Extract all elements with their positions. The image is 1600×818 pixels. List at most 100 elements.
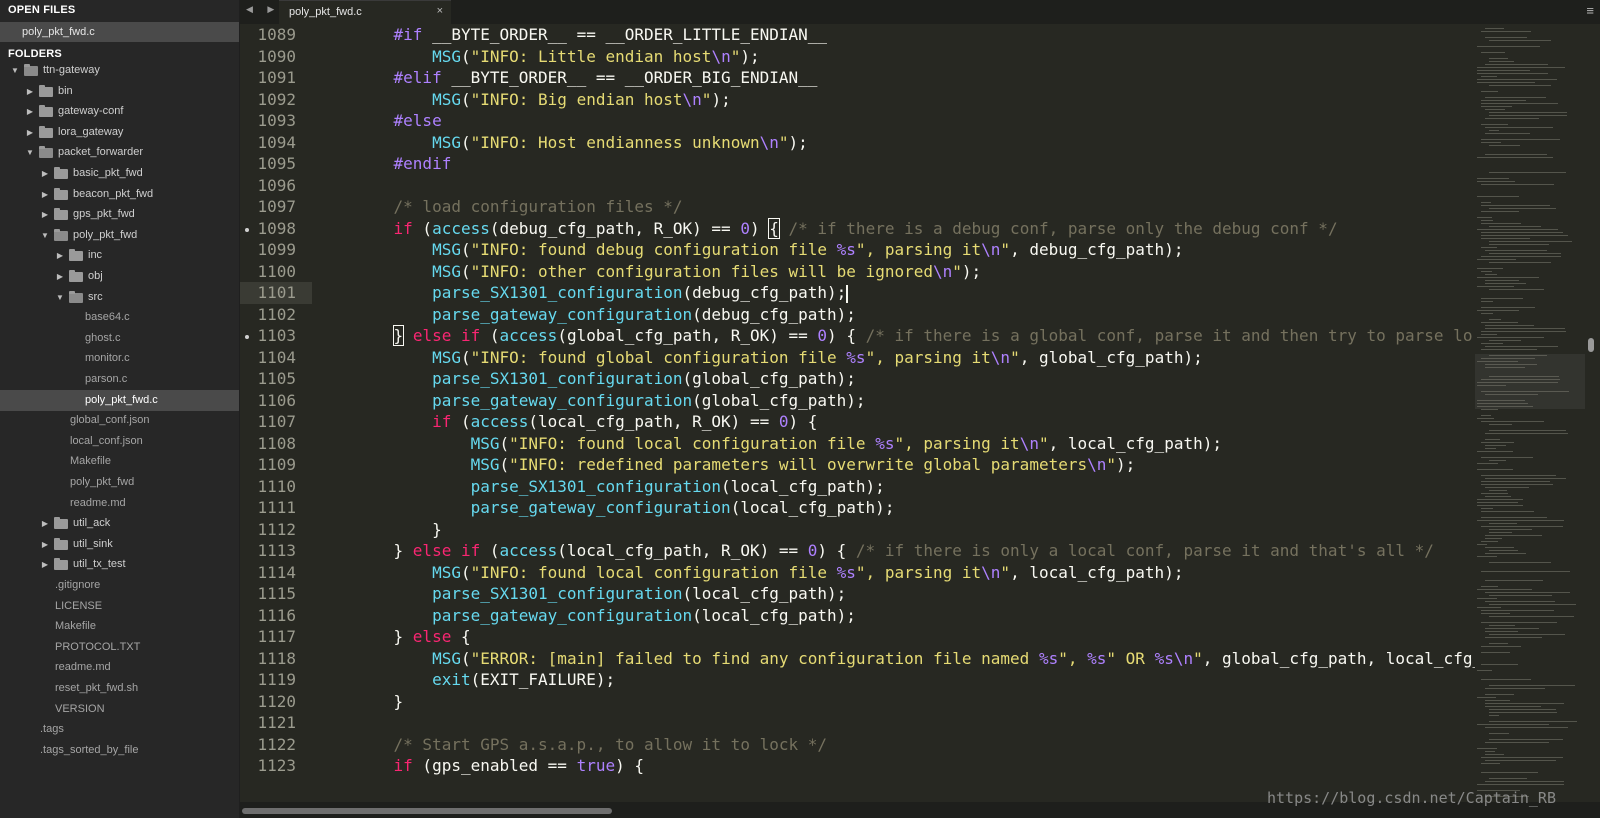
code-line[interactable]: 1100 MSG("INFO: other configuration file… bbox=[240, 261, 1450, 283]
file-item[interactable]: Makefile bbox=[0, 451, 239, 472]
folder-item[interactable]: ▶ gps_pkt_fwd bbox=[0, 204, 239, 225]
code-line[interactable]: 1113 } else if (access(local_cfg_path, R… bbox=[240, 540, 1450, 562]
open-file-item[interactable]: poly_pkt_fwd.c bbox=[0, 22, 239, 42]
chevron-right-icon[interactable]: ▶ bbox=[40, 163, 50, 184]
tree-item-label: PROTOCOL.TXT bbox=[55, 640, 141, 653]
vertical-scrollbar[interactable] bbox=[1588, 338, 1594, 352]
folder-item[interactable]: ▶ beacon_pkt_fwd bbox=[0, 184, 239, 205]
code-line[interactable]: 1123 if (gps_enabled == true) { bbox=[240, 755, 1450, 777]
code-line[interactable]: 1112 } bbox=[240, 519, 1450, 541]
code-line[interactable]: 1118 MSG("ERROR: [main] failed to find a… bbox=[240, 648, 1491, 670]
file-item[interactable]: readme.md bbox=[0, 493, 239, 514]
tab-nav-arrows[interactable]: ◀ ▶ bbox=[246, 4, 280, 15]
chevron-down-icon[interactable]: ▼ bbox=[55, 287, 65, 308]
tab-poly-pkt-fwd[interactable]: poly_pkt_fwd.c × bbox=[279, 0, 451, 24]
file-item[interactable]: VERSION bbox=[0, 699, 239, 720]
close-icon[interactable]: × bbox=[437, 5, 443, 17]
code-line[interactable]: 1103 } else if (access(global_cfg_path, … bbox=[240, 325, 1472, 347]
minimap-line bbox=[1477, 310, 1519, 311]
code-line[interactable]: 1093 #else bbox=[240, 110, 1450, 132]
code-editor[interactable]: 1089 #if __BYTE_ORDER__ == __ORDER_LITTL… bbox=[240, 24, 1600, 802]
code-line[interactable]: 1095 #endif bbox=[240, 153, 1450, 175]
chevron-right-icon[interactable]: ▶ bbox=[55, 266, 65, 287]
code-line[interactable]: 1097 /* load configuration files */ bbox=[240, 196, 1450, 218]
folder-item[interactable]: ▶ util_ack bbox=[0, 513, 239, 534]
chevron-right-icon[interactable]: ▶ bbox=[40, 184, 50, 205]
menu-icon[interactable]: ≡ bbox=[1586, 3, 1594, 18]
line-number: 1105 bbox=[257, 369, 296, 388]
chevron-right-icon[interactable]: ▶ bbox=[55, 245, 65, 266]
code-line[interactable]: 1111 parse_gateway_configuration(local_c… bbox=[240, 497, 1450, 519]
file-item[interactable]: .tags bbox=[0, 719, 239, 740]
code-line[interactable]: 1108 MSG("INFO: found local configuratio… bbox=[240, 433, 1450, 455]
chevron-right-icon[interactable]: ▶ bbox=[40, 204, 50, 225]
code-line[interactable]: 1107 if (access(local_cfg_path, R_OK) ==… bbox=[240, 411, 1450, 433]
chevron-right-icon[interactable]: ▶ bbox=[40, 513, 50, 534]
file-item[interactable]: poly_pkt_fwd.c bbox=[0, 389, 239, 411]
code-line[interactable]: 1096 bbox=[240, 175, 1450, 197]
code-line[interactable]: 1105 parse_SX1301_configuration(global_c… bbox=[240, 368, 1450, 390]
folder-item[interactable]: ▶ basic_pkt_fwd bbox=[0, 163, 239, 184]
chevron-right-icon[interactable]: ▶ bbox=[40, 534, 50, 555]
minimap-line bbox=[1477, 784, 1564, 785]
chevron-down-icon[interactable]: ▼ bbox=[10, 60, 20, 81]
folder-item[interactable]: ▼ poly_pkt_fwd bbox=[0, 225, 239, 246]
horizontal-scrollbar[interactable] bbox=[242, 808, 612, 814]
code-line[interactable]: 1094 MSG("INFO: Host endianness unknown\… bbox=[240, 132, 1450, 154]
file-item[interactable]: global_conf.json bbox=[0, 410, 239, 431]
chevron-right-icon[interactable]: ▶ bbox=[25, 122, 35, 143]
file-item[interactable]: ghost.c bbox=[0, 328, 239, 349]
chevron-down-icon[interactable]: ▼ bbox=[40, 225, 50, 246]
code-line[interactable]: 1109 MSG("INFO: redefined parameters wil… bbox=[240, 454, 1450, 476]
code-line[interactable]: 1092 MSG("INFO: Big endian host\n"); bbox=[240, 89, 1450, 111]
code-line[interactable]: 1114 MSG("INFO: found local configuratio… bbox=[240, 562, 1450, 584]
code-line[interactable]: 1090 MSG("INFO: Little endian host\n"); bbox=[240, 46, 1450, 68]
chevron-down-icon[interactable]: ▼ bbox=[25, 142, 35, 163]
file-item[interactable]: base64.c bbox=[0, 307, 239, 328]
file-item[interactable]: poly_pkt_fwd bbox=[0, 472, 239, 493]
code-line[interactable]: 1102 parse_gateway_configuration(debug_c… bbox=[240, 304, 1450, 326]
folder-item[interactable]: ▶ inc bbox=[0, 245, 239, 266]
minimap[interactable] bbox=[1475, 24, 1585, 802]
code-line[interactable]: 1099 MSG("INFO: found debug configuratio… bbox=[240, 239, 1450, 261]
file-item[interactable]: readme.md bbox=[0, 657, 239, 678]
file-item[interactable]: PROTOCOL.TXT bbox=[0, 637, 239, 658]
code-line[interactable]: 1101 parse_SX1301_configuration(debug_cf… bbox=[240, 282, 1450, 304]
folder-item[interactable]: ▶ obj bbox=[0, 266, 239, 287]
file-item[interactable]: .gitignore bbox=[0, 575, 239, 596]
line-number: 1090 bbox=[257, 46, 296, 66]
code-line[interactable]: 1116 parse_gateway_configuration(local_c… bbox=[240, 605, 1450, 627]
folder-item[interactable]: ▶ gateway-conf bbox=[0, 101, 239, 122]
code-line[interactable]: 1117 } else { bbox=[240, 626, 1450, 648]
file-item[interactable]: reset_pkt_fwd.sh bbox=[0, 678, 239, 699]
file-item[interactable]: local_conf.json bbox=[0, 431, 239, 452]
code-line[interactable]: 1098 if (access(debug_cfg_path, R_OK) ==… bbox=[240, 217, 1450, 240]
code-line[interactable]: 1120 } bbox=[240, 691, 1450, 713]
chevron-right-icon[interactable]: ▶ bbox=[25, 101, 35, 122]
file-item[interactable]: parson.c bbox=[0, 369, 239, 390]
folder-item[interactable]: ▼ packet_forwarder bbox=[0, 142, 239, 163]
code-line[interactable]: 1119 exit(EXIT_FAILURE); bbox=[240, 669, 1450, 691]
file-item[interactable]: LICENSE bbox=[0, 596, 239, 617]
code-line[interactable]: 1091 #elif __BYTE_ORDER__ == __ORDER_BIG… bbox=[240, 67, 1450, 89]
file-item[interactable]: .tags_sorted_by_file bbox=[0, 740, 239, 761]
chevron-right-icon[interactable]: ▶ bbox=[40, 554, 50, 575]
folder-item[interactable]: ▶ bin bbox=[0, 81, 239, 102]
file-item[interactable]: monitor.c bbox=[0, 348, 239, 369]
folder-item[interactable]: ▼ src bbox=[0, 287, 239, 308]
code-line[interactable]: 1121 bbox=[240, 712, 1450, 734]
code-line[interactable]: 1122 /* Start GPS a.s.a.p., to allow it … bbox=[240, 734, 1450, 756]
code-line[interactable]: 1110 parse_SX1301_configuration(local_cf… bbox=[240, 476, 1450, 498]
code-line[interactable]: 1089 #if __BYTE_ORDER__ == __ORDER_LITTL… bbox=[240, 24, 1450, 46]
code-line[interactable]: 1104 MSG("INFO: found global configurati… bbox=[240, 347, 1450, 369]
file-item[interactable]: Makefile bbox=[0, 616, 239, 637]
chevron-right-icon[interactable]: ▶ bbox=[25, 81, 35, 102]
code-line[interactable]: 1106 parse_gateway_configuration(global_… bbox=[240, 390, 1450, 412]
code-token: parse_gateway_configuration bbox=[432, 304, 693, 324]
folder-item[interactable]: ▶ util_tx_test bbox=[0, 554, 239, 575]
code-line[interactable]: 1115 parse_SX1301_configuration(local_cf… bbox=[240, 583, 1450, 605]
folder-item[interactable]: ▼ ttn-gateway bbox=[0, 60, 239, 81]
folder-item[interactable]: ▶ util_sink bbox=[0, 534, 239, 555]
folder-item[interactable]: ▶ lora_gateway bbox=[0, 122, 239, 143]
